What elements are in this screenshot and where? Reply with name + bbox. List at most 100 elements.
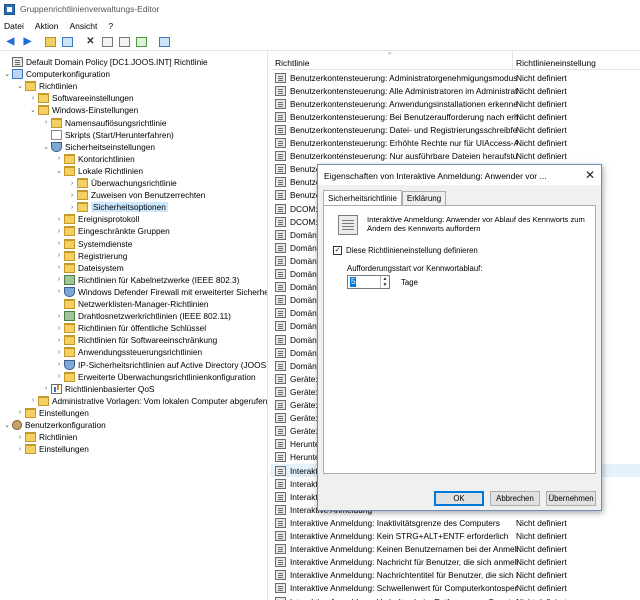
list-item[interactable]: Benutzerkontensteuerung: Alle Administra… (271, 84, 640, 97)
chevron-right-icon[interactable]: › (15, 409, 25, 416)
chevron-right-icon[interactable]: › (41, 119, 51, 126)
tree-item[interactable]: › Richtlinien für öffentliche Schlüssel (54, 322, 206, 334)
chevron-down-icon[interactable]: ⌄ (2, 70, 12, 78)
list-item[interactable]: Interaktive Anmeldung: Schwellenwert für… (271, 582, 640, 595)
chevron-right-icon[interactable]: › (54, 373, 64, 380)
tree-item[interactable]: › Einstellungen (15, 407, 89, 419)
define-setting-checkbox[interactable]: ✓ (333, 246, 342, 255)
up-folder-icon[interactable] (43, 35, 58, 50)
chevron-right-icon[interactable]: › (28, 397, 38, 404)
back-arrow-icon[interactable]: ◀ (3, 35, 18, 50)
chevron-right-icon[interactable]: › (54, 240, 64, 247)
list-item[interactable]: Interaktive Anmeldung: Kein STRG+ALT+ENT… (271, 530, 640, 543)
chevron-right-icon[interactable]: › (67, 192, 77, 199)
tree-item[interactable]: ⌄ Lokale Richtlinien (54, 165, 143, 177)
properties-icon[interactable] (100, 35, 115, 50)
tree-item[interactable]: ⌄ Computerkonfiguration (2, 68, 110, 80)
chevron-right-icon[interactable]: › (54, 325, 64, 332)
tree-item[interactable]: ⌄ Richtlinien (15, 80, 77, 92)
tree-item[interactable]: › Zuweisen von Benutzerrechten (67, 189, 205, 201)
tree-item[interactable]: › Richtlinien (15, 431, 77, 443)
chevron-right-icon[interactable]: › (54, 288, 64, 295)
forward-arrow-icon[interactable]: ▶ (20, 35, 35, 50)
tree-item[interactable]: Netzwerklisten-Manager-Richtlinien (54, 298, 209, 310)
close-icon[interactable]: ✕ (585, 168, 595, 182)
tree-item[interactable]: › Einstellungen (15, 443, 89, 455)
refresh-icon[interactable] (117, 35, 132, 50)
chevron-right-icon[interactable]: › (54, 264, 64, 271)
tree-item[interactable]: › Überwachungsrichtlinie (67, 177, 177, 189)
menu-ansicht[interactable]: Ansicht (69, 21, 97, 31)
list-item[interactable]: Benutzerkontensteuerung: Administratorge… (271, 71, 640, 84)
menu-datei[interactable]: Datei (4, 21, 24, 31)
tree-item[interactable]: › Windows Defender Firewall mit erweitert… (54, 286, 267, 298)
list-item[interactable]: Interaktive Anmeldung: Verhalten beim En… (271, 595, 640, 600)
tree-item[interactable]: › Softwareeinstellungen (28, 92, 134, 104)
column-header-policy[interactable]: Richtlinie (275, 58, 310, 68)
chevron-right-icon[interactable]: › (54, 155, 64, 162)
delete-icon[interactable]: ✕ (83, 35, 98, 50)
list-item[interactable]: Interaktive Anmeldung: Keinen Benutzerna… (271, 543, 640, 556)
tree-item[interactable]: › Registrierung (54, 250, 127, 262)
tree-item[interactable]: › Richtlinien für Kabelnetzwerke (IEEE 80… (54, 274, 239, 286)
chevron-down-icon[interactable]: ⌄ (54, 167, 64, 175)
chevron-right-icon[interactable]: › (28, 95, 38, 102)
tree-item[interactable]: › Administrative Vorlagen: Vom lokalen Co… (28, 395, 267, 407)
export-list-icon[interactable] (134, 35, 149, 50)
menu-help[interactable]: ? (108, 21, 113, 31)
chevron-down-icon[interactable]: ⌄ (2, 421, 12, 429)
show-hide-tree-icon[interactable] (60, 35, 75, 50)
chevron-right-icon[interactable]: › (54, 337, 64, 344)
define-setting-label[interactable]: Diese Richtlinieneinstellung definieren (346, 246, 478, 255)
tree-item[interactable]: Skripts (Start/Herunterfahren) (41, 129, 174, 141)
tab-security-policy[interactable]: Sicherheitsrichtlinie (323, 190, 402, 205)
list-item[interactable]: Benutzerkontensteuerung: Anwendungsinsta… (271, 97, 640, 110)
tree-item[interactable]: › Drahtlosnetzwerkrichtlinien (IEEE 802.1… (54, 310, 231, 322)
chevron-right-icon[interactable]: › (41, 385, 51, 392)
stepper-down-icon[interactable]: ▼ (381, 282, 389, 288)
chevron-right-icon[interactable]: › (54, 349, 64, 356)
help-icon[interactable] (157, 35, 172, 50)
chevron-down-icon[interactable]: ⌄ (15, 82, 25, 90)
tree-item[interactable]: ⌄ Windows-Einstellungen (28, 104, 138, 116)
tree-item[interactable]: Default Domain Policy [DC1.JOOS.INT] Ric… (2, 56, 208, 68)
tree-item[interactable]: › Anwendungssteuerungsrichtlinien (54, 346, 202, 358)
list-item[interactable]: Benutzerkontensteuerung: Datei- und Regi… (271, 123, 640, 136)
chevron-right-icon[interactable]: › (15, 434, 25, 441)
column-divider[interactable] (512, 52, 513, 70)
chevron-down-icon[interactable]: ⌄ (28, 106, 38, 114)
prompt-days-stepper[interactable]: 5 ▲ ▼ (347, 275, 390, 289)
tree-item[interactable]: ⌄ Sicherheitseinstellungen (41, 141, 155, 153)
chevron-right-icon[interactable]: › (54, 228, 64, 235)
chevron-right-icon[interactable]: › (54, 216, 64, 223)
tree-item[interactable]: › Sicherheitsoptionen (67, 201, 168, 213)
tab-explanation[interactable]: Erklärung (401, 191, 447, 205)
prompt-days-value[interactable]: 5 (350, 277, 357, 287)
tree-item[interactable]: › Ereignisprotokoll (54, 213, 139, 225)
tree-item[interactable]: ⌄ Benutzerkonfiguration (2, 419, 106, 431)
tree-item[interactable]: › Erweiterte Überwachungsrichtlinienkonfi… (54, 371, 256, 383)
chevron-right-icon[interactable]: › (54, 276, 64, 283)
list-item[interactable]: Interaktive Anmeldung: Nachricht für Ben… (271, 556, 640, 569)
tree-item[interactable]: › IP-Sicherheitsrichtlinien auf Active Di… (54, 359, 267, 371)
list-item[interactable]: Benutzerkontensteuerung: Nur ausführbare… (271, 150, 640, 163)
cancel-button[interactable]: Abbrechen (490, 491, 540, 506)
list-item[interactable]: Benutzerkontensteuerung: Bei Benutzerauf… (271, 110, 640, 123)
list-item[interactable]: Benutzerkontensteuerung: Erhöhte Rechte … (271, 137, 640, 150)
tree-item[interactable]: › Kontorichtlinien (54, 153, 135, 165)
chevron-right-icon[interactable]: › (15, 446, 25, 453)
chevron-down-icon[interactable]: ⌄ (41, 143, 51, 151)
chevron-right-icon[interactable]: › (54, 313, 64, 320)
ok-button[interactable]: OK (434, 491, 484, 506)
menu-aktion[interactable]: Aktion (35, 21, 59, 31)
column-header-setting[interactable]: Richtlinieneinstellung (516, 58, 596, 68)
tree-item[interactable]: › Dateisystem (54, 262, 124, 274)
tree-item[interactable]: › Namensauflösungsrichtlinie (41, 117, 166, 129)
chevron-right-icon[interactable]: › (67, 180, 77, 187)
tree-item[interactable]: › Richtlinien für Softwareeinschränkung (54, 334, 217, 346)
list-item[interactable]: Interaktive Anmeldung: Nachrichtentitel … (271, 569, 640, 582)
apply-button[interactable]: Übernehmen (546, 491, 596, 506)
chevron-right-icon[interactable]: › (54, 252, 64, 259)
tree-item[interactable]: › Richtlinienbasierter QoS (41, 383, 154, 395)
list-item[interactable]: Interaktive Anmeldung: Inaktivitätsgrenz… (271, 516, 640, 529)
